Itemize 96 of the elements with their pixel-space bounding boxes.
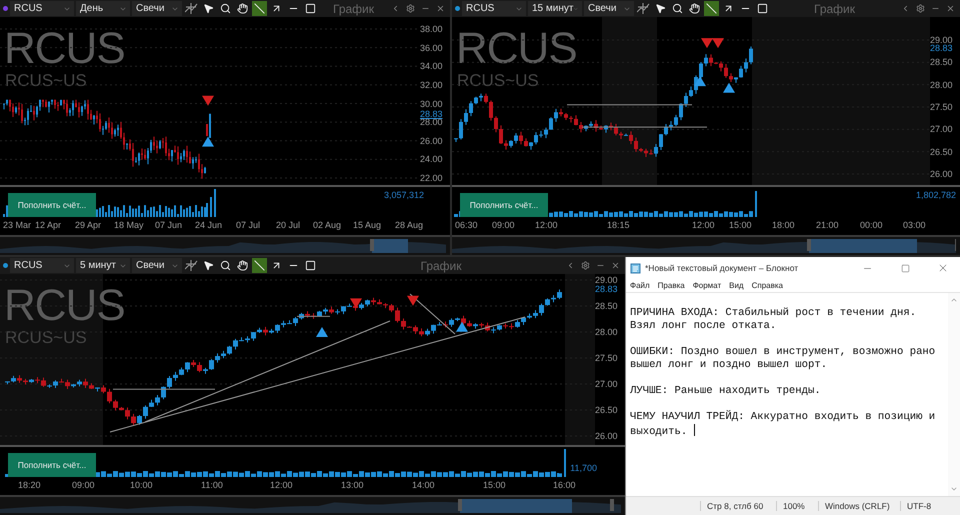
text-line: вышел лонг и поздно вышел шорт. [630, 359, 828, 372]
symbol-dropdown[interactable]: RCUS [10, 1, 74, 16]
deposit-button[interactable]: Пополнить счёт... [460, 193, 548, 217]
volume-reading: 11,700 [570, 463, 597, 473]
price-tick: 34.00 [420, 61, 444, 72]
time-tick: 15 Aug [353, 220, 382, 230]
text-line: ОШИБКИ: Поздно вошел в инструмент, возможно рано [630, 346, 936, 359]
price-tick: 27.00 [595, 379, 619, 389]
time-tick: 02 Aug [313, 220, 342, 230]
price-tick: 32.00 [420, 80, 444, 90]
volume-reading: 1,802,782 [916, 190, 956, 200]
deposit-button[interactable]: Пополнить счёт... [8, 193, 96, 217]
panel-title: График [813, 2, 856, 16]
last-price: 28.83 [595, 284, 618, 294]
price-tick: 28.50 [930, 57, 954, 68]
time-tick: 09:00 [492, 220, 515, 230]
background-symbol: RCUS [4, 27, 125, 71]
status-item: Стр 8, стлб 60 [700, 501, 776, 511]
time-tick: 12:00 [535, 220, 558, 230]
time-tick: 28 Aug [395, 220, 424, 230]
time-tick: 18:00 [772, 220, 795, 230]
chart-style-dropdown[interactable]: Свечи [132, 1, 182, 16]
chart-style-dropdown[interactable]: Свечи [584, 1, 634, 16]
time-tick: 14:00 [412, 480, 435, 490]
text-line: выходить. [630, 424, 948, 439]
price-tick: 22.00 [420, 173, 444, 183]
panel-title: График [332, 2, 375, 16]
chart-style-dropdown[interactable]: Свечи [132, 258, 182, 273]
price-tick: 27.50 [930, 102, 954, 112]
time-tick: 18 May [114, 220, 144, 230]
interval-dropdown[interactable]: 15 минут [528, 1, 582, 16]
window-title: *Новый текстовый документ – Блокнот [645, 263, 800, 273]
price-tick: 29.00 [595, 275, 619, 285]
last-price: 28.83 [930, 42, 953, 53]
text-line: ЛУЧШЕ: Раньше находить тренды. [630, 385, 822, 398]
price-tick: 28.00 [930, 80, 954, 90]
price-tick: 26.00 [930, 168, 954, 179]
price-tick: 28.00 [595, 327, 619, 337]
time-tick: 16:00 [553, 480, 576, 490]
menu-item[interactable]: Справка [752, 281, 783, 290]
menu-item[interactable]: Файл [630, 281, 650, 290]
status-item: 100% [776, 501, 818, 511]
background-name: RCUS~US [5, 72, 87, 90]
price-tick: 30.00 [420, 98, 444, 108]
status-item: UTF-8 [900, 501, 960, 511]
time-tick: 23 Mar [3, 220, 32, 230]
price-tick: 27.50 [595, 353, 619, 363]
text-line: Взял лонг после отката. [630, 320, 778, 333]
time-tick: 03:00 [903, 220, 926, 230]
price-tick: 26.50 [595, 405, 619, 415]
background-symbol: RCUS [4, 284, 125, 328]
time-tick: 12 Apr [35, 220, 62, 230]
interval-dropdown[interactable]: День [76, 1, 130, 16]
time-tick: 13:00 [341, 480, 364, 490]
time-tick: 09:00 [72, 480, 95, 490]
time-tick: 21:00 [816, 220, 839, 230]
time-tick: 07 Jul [236, 220, 260, 230]
symbol-dropdown[interactable]: RCUS [10, 258, 74, 273]
price-tick: 28.50 [595, 301, 619, 311]
menu-item[interactable]: Вид [729, 281, 744, 290]
price-tick: 27.00 [930, 124, 954, 134]
price-tick: 24.00 [420, 154, 444, 164]
time-tick: 06:30 [455, 220, 478, 230]
panel-title: График [420, 258, 462, 272]
time-tick: 12:00 [692, 220, 715, 230]
interval-dropdown[interactable]: 5 минут [76, 258, 130, 273]
price-tick: 38.00 [420, 24, 444, 34]
deposit-button[interactable]: Пополнить счёт... [8, 453, 96, 477]
price-tick: 26.50 [930, 146, 954, 157]
time-tick: 18:15 [607, 220, 630, 230]
menu-item[interactable]: Правка [658, 281, 685, 290]
time-tick: 29 Apr [75, 220, 102, 230]
time-tick: 11:00 [201, 480, 223, 490]
time-tick: 20 Jul [276, 220, 300, 230]
time-tick: 24 Jun [195, 220, 222, 230]
time-tick: 15:00 [483, 480, 506, 490]
menu-item[interactable]: Формат [692, 281, 722, 290]
background-name: RCUS~US [457, 72, 539, 90]
volume-reading: 3,057,312 [384, 190, 424, 200]
price-tick: 26.00 [420, 136, 444, 146]
symbol-dropdown[interactable]: RCUS [462, 1, 526, 16]
price-tick: 36.00 [420, 42, 444, 53]
time-tick: 15:00 [729, 220, 752, 230]
text-line: ЧЕМУ НАУЧИЛ ТРЕЙД: Аккуратно входить в позицию и [630, 411, 936, 424]
price-tick: 26.00 [595, 431, 619, 441]
time-tick: 12:00 [270, 480, 293, 490]
price-tick: 29.00 [930, 35, 954, 45]
time-tick: 18:20 [18, 480, 41, 490]
last-price: 28.83 [420, 109, 443, 120]
time-tick: 10:00 [130, 480, 153, 490]
background-symbol: RCUS [456, 27, 577, 71]
time-tick: 00:00 [860, 220, 883, 230]
price-tick: 28.00 [420, 117, 444, 128]
time-tick: 07 Jun [155, 220, 182, 230]
status-item: Windows (CRLF) [818, 501, 900, 511]
text-line: ПРИЧИНА ВХОДА: Стабильный рост в течении дня. [630, 307, 918, 320]
